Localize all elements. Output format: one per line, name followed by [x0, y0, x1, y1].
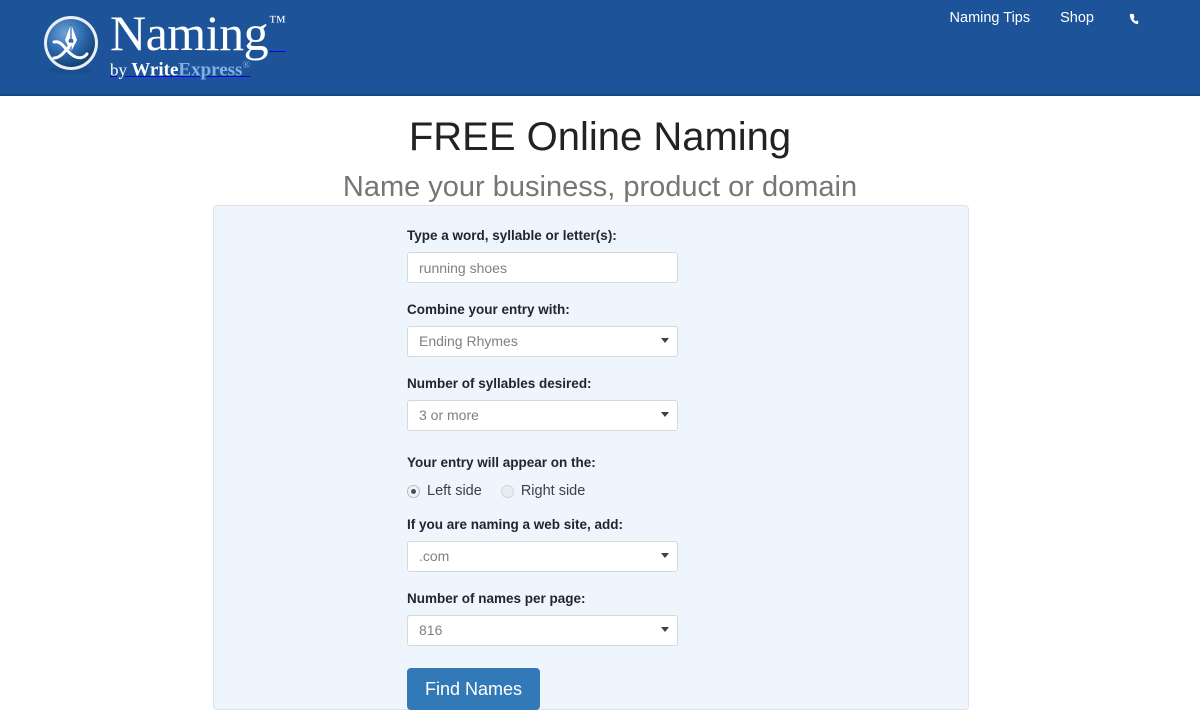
word-input[interactable] [407, 252, 678, 283]
per-page-field-group: Number of names per page: 816 [407, 591, 787, 646]
registered-symbol: ® [242, 60, 251, 71]
radio-option-left-side[interactable]: Left side [407, 483, 482, 499]
domain-field-label: If you are naming a web site, add: [407, 517, 624, 532]
brand-by-text: by [110, 60, 132, 80]
page-title: FREE Online Naming [408, 115, 792, 159]
side-field-label: Your entry will appear on the: [407, 455, 596, 470]
phone-icon[interactable] [1124, 8, 1144, 28]
word-field-group: Type a word, syllable or letter(s): [407, 228, 787, 283]
pen-nib-circle-logo-icon [40, 14, 102, 76]
syllables-field-label: Number of syllables desired: [407, 376, 592, 391]
domain-select-value: .com [407, 541, 678, 572]
per-page-select-value: 816 [407, 615, 678, 646]
main-navigation: Naming Tips Shop [950, 8, 1144, 28]
site-header: Naming™ by WriteExpress® Naming Tips Sho… [0, 0, 1200, 96]
syllables-field-group: Number of syllables desired: 3 or more [407, 376, 787, 431]
word-field-label: Type a word, syllable or letter(s): [407, 228, 617, 243]
naming-form: Type a word, syllable or letter(s): Comb… [407, 206, 787, 710]
nav-item-naming-tips[interactable]: Naming Tips [950, 10, 1031, 26]
page-subtitle: Name your business, product or domain [342, 171, 858, 203]
combine-field-label: Combine your entry with: [407, 302, 570, 317]
combine-select[interactable]: Ending Rhymes [407, 326, 678, 357]
brand-wordmark: Naming™ by WriteExpress® [110, 5, 286, 81]
combine-select-value: Ending Rhymes [407, 326, 678, 357]
brand-name: Naming [110, 5, 269, 61]
radio-left-side-indicator [407, 484, 420, 498]
brand-express-text: Express [178, 59, 243, 81]
find-names-button[interactable]: Find Names [407, 668, 541, 710]
brand-logo-link[interactable]: Naming™ by WriteExpress® [40, 5, 286, 88]
domain-select[interactable]: .com [407, 541, 678, 572]
naming-form-panel: Type a word, syllable or letter(s): Comb… [213, 205, 969, 710]
trademark-symbol: ™ [269, 12, 286, 31]
per-page-select[interactable]: 816 [407, 615, 678, 646]
radio-right-side-indicator [500, 484, 514, 498]
side-radio-group: Left side Right side [407, 483, 787, 499]
radio-left-side-label: Left side [427, 483, 482, 499]
radio-right-side-label: Right side [520, 483, 586, 499]
syllables-select-value: 3 or more [407, 400, 678, 431]
side-field-group: Your entry will appear on the: Left side… [407, 455, 787, 499]
radio-option-right-side[interactable]: Right side [500, 483, 586, 499]
nav-item-shop[interactable]: Shop [1060, 10, 1094, 26]
syllables-select[interactable]: 3 or more [407, 400, 678, 431]
combine-field-group: Combine your entry with: Ending Rhymes [407, 302, 787, 357]
domain-field-group: If you are naming a web site, add: .com [407, 517, 787, 572]
brand-write-text: Write [131, 59, 179, 81]
per-page-field-label: Number of names per page: [407, 591, 586, 606]
